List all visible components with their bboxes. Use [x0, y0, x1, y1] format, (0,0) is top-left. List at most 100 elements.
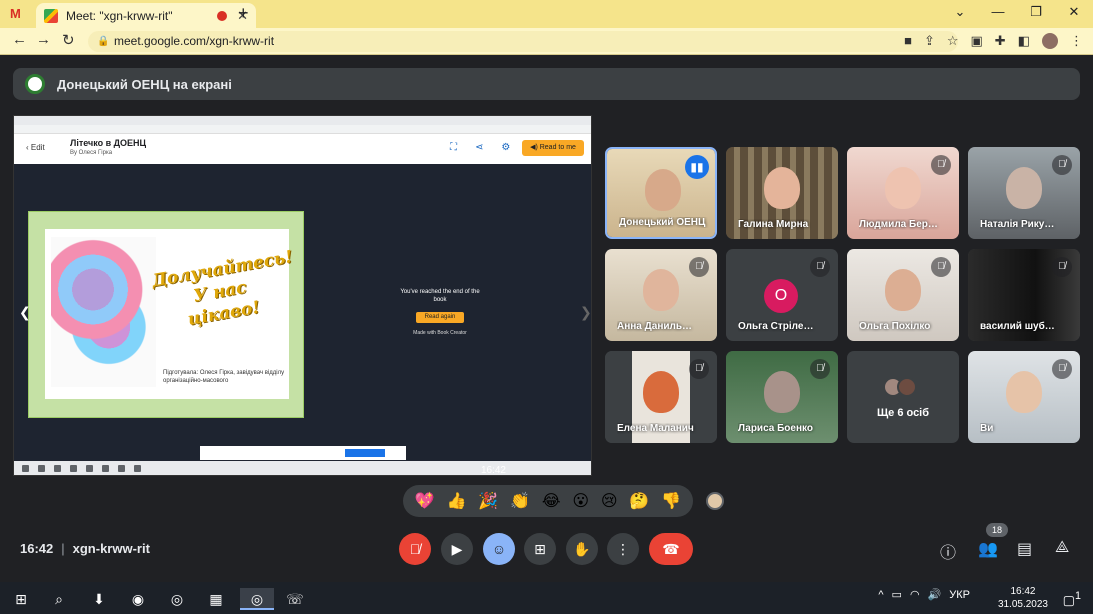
- more-options-button[interactable]: ⋮: [607, 533, 639, 565]
- speaking-indicator-icon: ▮▮: [685, 155, 709, 179]
- reaction-surprised[interactable]: 😮: [572, 491, 589, 511]
- participant-tile[interactable]: 🎙̸ Елена Маланич: [605, 351, 717, 443]
- chrome-icon[interactable]: ◎: [166, 588, 188, 610]
- read-again-button: Read again: [416, 312, 464, 323]
- reactions-bar: 💖 👍 🎉 👏 😂 😮 😢 🤔 👎: [403, 485, 693, 517]
- participant-face: [764, 371, 800, 413]
- raise-hand-button[interactable]: ✋: [566, 533, 598, 565]
- tab-meet[interactable]: Meet: "xgn-krww-rit" ✕: [36, 3, 256, 28]
- forward-icon[interactable]: →: [36, 31, 51, 48]
- leave-call-button[interactable]: ☎: [649, 533, 693, 565]
- tab-search-icon[interactable]: ⌄: [941, 0, 979, 28]
- battery-icon[interactable]: ▭: [892, 588, 902, 601]
- chrome-active-icon[interactable]: ◎: [240, 588, 274, 610]
- puzzle-icon[interactable]: ✚: [995, 33, 1006, 49]
- profile-avatar[interactable]: [1042, 33, 1058, 49]
- book-tools: ⛶ ⋖ ⚙: [450, 142, 510, 153]
- camera-indicator-icon[interactable]: ■: [904, 33, 912, 49]
- participant-tile[interactable]: Галина Мирна: [726, 147, 838, 239]
- restore-icon[interactable]: ❐: [1017, 0, 1055, 28]
- reaction-laugh[interactable]: 😂: [542, 491, 561, 511]
- tab-title: Meet: "xgn-krww-rit": [66, 8, 173, 23]
- chat-icon[interactable]: ▤: [1017, 539, 1032, 559]
- gmail-icon[interactable]: M: [10, 6, 21, 21]
- menu-kebab-icon[interactable]: ⋮: [1070, 33, 1083, 49]
- present-button[interactable]: ⊞: [524, 533, 556, 565]
- participant-tile[interactable]: 🎙̸ Лариса Боенко: [726, 351, 838, 443]
- tray-overflow-icon[interactable]: ^: [878, 589, 883, 601]
- mini-app-icon: [70, 464, 77, 472]
- app-icon[interactable]: ◉: [127, 588, 149, 610]
- participant-face: [1006, 167, 1042, 209]
- muted-mic-icon: 🎙̸: [1052, 359, 1072, 379]
- presenter-logo-icon: [25, 74, 45, 94]
- bookmark-star-icon[interactable]: ☆: [947, 33, 959, 49]
- clock-time: 16:42: [1010, 586, 1036, 597]
- participant-name: Ви: [980, 423, 994, 434]
- camera-toggle-button[interactable]: ▶: [441, 533, 473, 565]
- url-field[interactable]: 🔒 meet.google.com/xgn-krww-rit: [88, 31, 958, 52]
- notifications-icon[interactable]: ▢1: [1063, 590, 1081, 608]
- more-participants-tile[interactable]: Ще 6 осіб: [847, 351, 959, 443]
- meeting-info: 16:42 | xgn-krww-rit: [20, 541, 150, 556]
- people-icon[interactable]: 👥: [978, 539, 998, 559]
- participant-tile[interactable]: 🎙̸ Анна Даниль…: [605, 249, 717, 341]
- participant-count-badge: 18: [986, 523, 1008, 537]
- book-page-inner: Долучайтесь! У нас цікаво! Підготувала: …: [45, 229, 294, 399]
- participant-tile[interactable]: ▮▮ Донецький ОЕНЦ: [605, 147, 717, 239]
- app-icon[interactable]: ⬇: [88, 588, 110, 610]
- window-controls: ⌄ — ❐ ✕: [941, 0, 1093, 28]
- skin-tone-picker[interactable]: [706, 492, 724, 510]
- stop-sharing-button: [345, 449, 385, 457]
- participant-face: [1006, 371, 1042, 413]
- notifications-count: 1: [1074, 590, 1081, 602]
- mini-app-icon: [102, 464, 109, 472]
- extension-icon[interactable]: ▣: [971, 33, 983, 49]
- reaction-party[interactable]: 🎉: [478, 491, 498, 511]
- meet-favicon-icon: [44, 8, 58, 23]
- minimize-icon[interactable]: —: [979, 0, 1017, 28]
- address-bar: ← → ↻ 🔒 meet.google.com/xgn-krww-rit ■ ⇪…: [0, 28, 1093, 55]
- reaction-heart[interactable]: 💖: [415, 491, 435, 511]
- activities-icon[interactable]: ⟁: [1055, 539, 1069, 557]
- app-icon[interactable]: ▦: [205, 588, 227, 610]
- shared-screen[interactable]: ‹ Edit Літечко в ДОЕНЦ By Олеся Гірка ⛶ …: [13, 115, 592, 476]
- reaction-sad[interactable]: 😢: [601, 491, 618, 511]
- end-text: You've reached the end of the book: [400, 289, 480, 303]
- reaction-thumbs-down[interactable]: 👎: [661, 491, 681, 511]
- participant-tile[interactable]: О 🎙̸ Ольга Стріле…: [726, 249, 838, 341]
- participant-tile[interactable]: 🎙̸ василий шуб…: [968, 249, 1080, 341]
- back-icon[interactable]: ←: [12, 31, 27, 48]
- participant-face: [645, 169, 681, 211]
- self-tile[interactable]: 🎙̸ Ви: [968, 351, 1080, 443]
- sidepanel-icon[interactable]: ◧: [1018, 33, 1030, 49]
- new-tab-icon[interactable]: +: [238, 3, 249, 24]
- language-indicator[interactable]: УКР: [949, 589, 970, 601]
- reload-icon[interactable]: ↻: [62, 31, 75, 49]
- close-window-icon[interactable]: ✕: [1055, 0, 1093, 28]
- meeting-time: 16:42: [20, 541, 54, 556]
- participant-tile[interactable]: 🎙̸ Ольга Похілко: [847, 249, 959, 341]
- reaction-thumbs-up[interactable]: 👍: [447, 491, 467, 511]
- volume-icon[interactable]: 🔊: [928, 588, 942, 601]
- reactions-button[interactable]: ☺: [483, 533, 515, 565]
- meeting-code: xgn-krww-rit: [72, 541, 150, 556]
- viber-icon[interactable]: ☏: [284, 588, 306, 610]
- reaction-clap[interactable]: 👏: [510, 491, 530, 511]
- shared-taskbar: 16:42: [14, 461, 591, 475]
- participant-name: Лариса Боенко: [738, 423, 813, 434]
- system-clock[interactable]: 16:42 31.05.2023: [998, 585, 1048, 611]
- made-with-text: Made with Book Creator: [413, 330, 467, 336]
- participant-tile[interactable]: 🎙̸ Наталія Рику…: [968, 147, 1080, 239]
- reaction-thinking[interactable]: 🤔: [629, 491, 649, 511]
- participant-tile[interactable]: 🎙̸ Людмила Бер…: [847, 147, 959, 239]
- book-share-icon: ⋖: [475, 142, 484, 153]
- mic-toggle-button[interactable]: 🎙̸: [399, 533, 431, 565]
- search-icon[interactable]: ⌕: [48, 588, 70, 610]
- share-icon[interactable]: ⇪: [924, 33, 935, 49]
- shared-address-bar: [14, 125, 591, 134]
- meeting-details-icon[interactable]: ⓘ: [940, 539, 956, 563]
- start-icon[interactable]: ⊞: [10, 588, 32, 610]
- network-icon[interactable]: ◠: [910, 588, 920, 601]
- participant-avatar: О: [764, 279, 798, 313]
